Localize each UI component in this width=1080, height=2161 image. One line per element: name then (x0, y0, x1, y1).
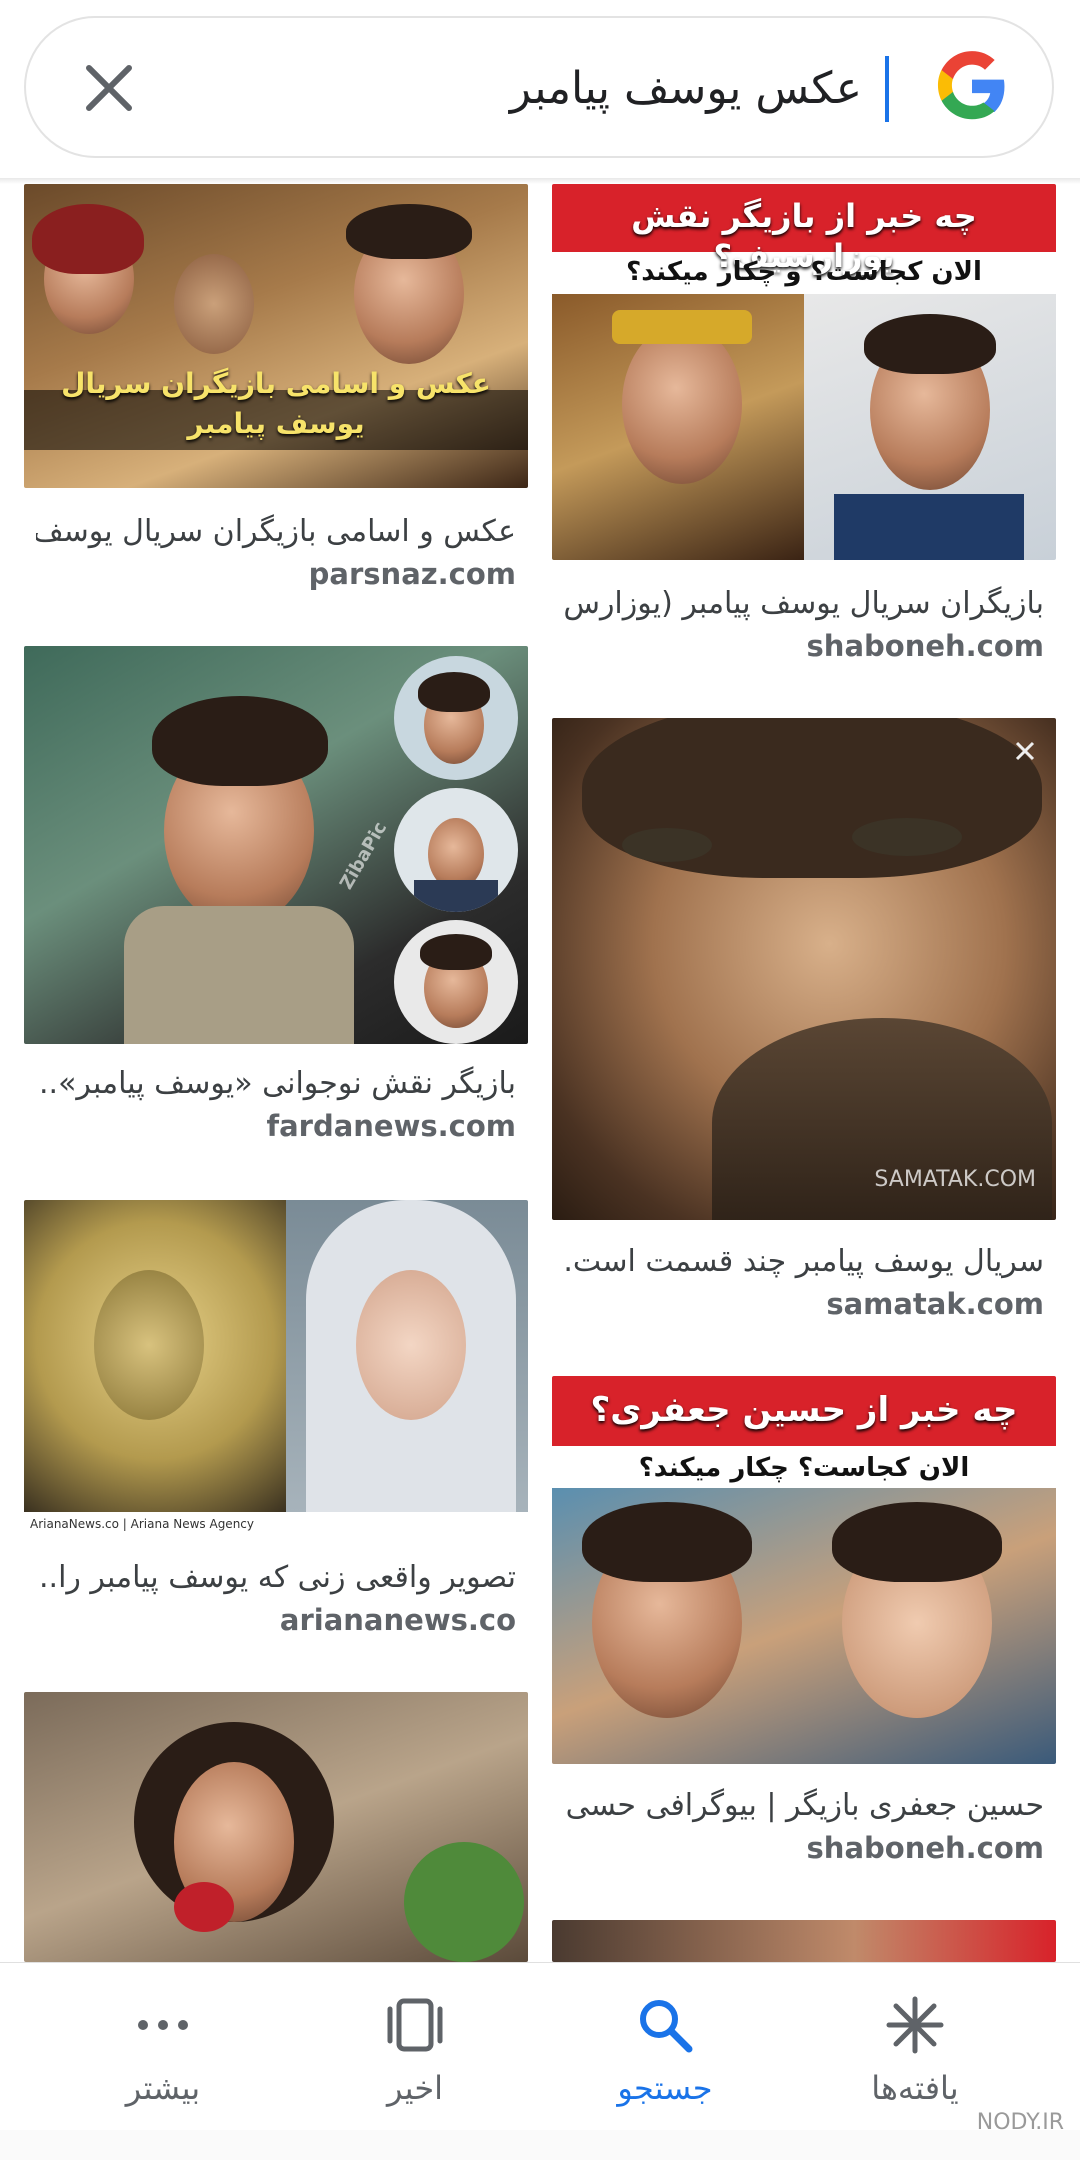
close-icon[interactable] (81, 60, 137, 116)
headdress-shape (32, 204, 144, 274)
image-source-label: ArianaNews.co | Ariana News Agency (30, 1517, 254, 1531)
image-result-thumbnail[interactable]: SAMATAK.COM (552, 718, 1056, 1220)
close-icon[interactable] (1014, 740, 1036, 762)
hair-shape (346, 204, 472, 259)
face-shape (356, 1270, 466, 1420)
image-watermark: ZibaPic (335, 818, 392, 894)
result-caption[interactable]: حسین جعفری بازیگر | بیوگرافی حسی .. (564, 1786, 1044, 1826)
result-domain[interactable]: parsnaz.com (36, 554, 516, 594)
nav-label: جستجو (617, 2069, 713, 2107)
google-logo-icon[interactable] (934, 48, 1010, 124)
image-result-thumbnail[interactable]: چه خبر از بازیگر نقش یوزارسیف؟ الان کجاس… (552, 184, 1056, 560)
asterisk-icon (886, 1996, 944, 2054)
eye-shape (852, 818, 962, 856)
rose-shape (174, 1882, 234, 1932)
image-result-thumbnail[interactable] (24, 1692, 528, 1962)
image-subheadline: الان کجاست؟ و چکار میکند؟ (626, 257, 982, 287)
hair-shape (152, 696, 328, 786)
site-watermark: NODY.IR (976, 2110, 1064, 2135)
result-caption[interactable]: بازیگر نقش نوجوانی «یوسف پیامبر»... (36, 1064, 516, 1104)
face-shape (174, 254, 254, 354)
face-shape (622, 324, 742, 484)
hair-shape (420, 934, 492, 970)
modern-portrait (804, 294, 1056, 560)
avatar-circle (394, 788, 518, 912)
image-result-thumbnail[interactable]: ZibaPic (24, 646, 528, 1044)
result-caption[interactable]: عکس و اسامی بازیگران سریال یوسف.. (36, 512, 516, 552)
nav-label: یافته‌ها (871, 2069, 959, 2107)
nav-label: اخیر (387, 2069, 443, 2107)
result-caption[interactable]: سریال یوسف پیامبر چند قسمت است... (564, 1242, 1044, 1282)
eye-shape (622, 828, 712, 862)
crown-shape (612, 310, 752, 344)
more-dots-icon (138, 2020, 188, 2030)
avatar-circle (394, 920, 518, 1044)
result-caption[interactable]: بازیگران سریال یوسف پیامبر (یوزارس . (564, 584, 1044, 624)
image-headline: چه خبر از حسین جعفری؟ (590, 1390, 1018, 1430)
plant-shape (404, 1842, 524, 1962)
double-portrait (552, 1488, 1056, 1764)
image-overlay-text: عکس و اسامی بازیگران سریال یوسف پیامبر (61, 367, 491, 440)
image-result-thumbnail[interactable] (552, 1920, 1056, 1962)
photo-portrait (286, 1200, 528, 1512)
costume-portrait (552, 294, 804, 560)
search-bar[interactable]: عکس یوسف پیامبر (24, 16, 1054, 158)
scarf-shape (124, 906, 354, 1044)
result-domain[interactable]: ariananews.co (36, 1600, 516, 1640)
result-domain[interactable]: shaboneh.com (564, 1828, 1044, 1868)
image-result-thumbnail[interactable]: عکس و اسامی بازیگران سریال یوسف پیامبر (24, 184, 528, 488)
image-watermark: SAMATAK.COM (874, 1167, 1036, 1192)
image-result-thumbnail[interactable]: چه خبر از حسین جعفری؟ الان کجاست؟ چکار م… (552, 1376, 1056, 1764)
shirt-shape (414, 880, 498, 912)
suit-shape (834, 494, 1024, 560)
result-domain[interactable]: shaboneh.com (564, 626, 1044, 666)
image-subheadline: الان کجاست؟ چکار میکند؟ (638, 1453, 970, 1483)
hair-shape (832, 1502, 1002, 1582)
result-domain[interactable]: samatak.com (564, 1284, 1044, 1324)
face-shape (94, 1270, 204, 1420)
nav-label: بیشتر (125, 2069, 201, 2107)
result-caption[interactable]: تصویر واقعی زنی که یوسف پیامبر را... (36, 1558, 516, 1598)
image-result-thumbnail[interactable]: ArianaNews.co | Ariana News Agency (24, 1200, 528, 1536)
result-domain[interactable]: fardanews.com (36, 1106, 516, 1146)
system-nav-bar (0, 2130, 1080, 2160)
hair-shape (582, 1502, 752, 1582)
text-caret (885, 56, 889, 122)
search-icon (640, 2000, 693, 2053)
hair-shape (864, 314, 996, 374)
sketch-portrait (24, 1200, 286, 1512)
recent-tabs-icon (387, 1998, 443, 2052)
hair-shape (418, 672, 490, 712)
avatar-circle (394, 656, 518, 780)
search-input[interactable]: عکس یوسف پیامبر (510, 54, 862, 124)
